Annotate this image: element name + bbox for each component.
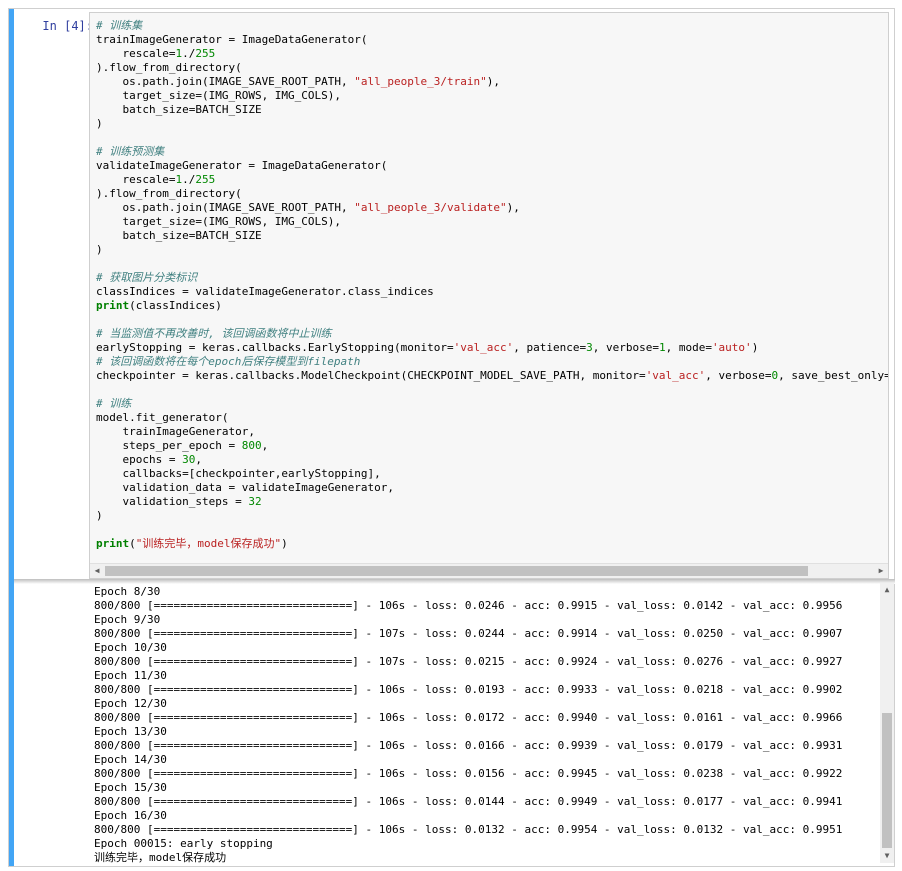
- output-line: Epoch 14/30: [94, 753, 167, 766]
- code-line: # 当监测值不再改善时, 该回调函数将中止训练: [96, 327, 332, 340]
- output-line: 800/800 [==============================]…: [94, 711, 843, 724]
- output-line: Epoch 10/30: [94, 641, 167, 654]
- code-line: os.path.join(IMAGE_SAVE_ROOT_PATH, "all_…: [96, 75, 500, 88]
- output-line: 800/800 [==============================]…: [94, 599, 843, 612]
- code-line: batch_size=BATCH_SIZE: [96, 103, 262, 116]
- output-vertical-scrollbar[interactable]: ▲ ▼: [880, 583, 894, 863]
- code-line: earlyStopping = keras.callbacks.EarlySto…: [96, 341, 759, 354]
- output-line: 800/800 [==============================]…: [94, 683, 843, 696]
- output-line: 800/800 [==============================]…: [94, 823, 843, 836]
- code-line: print("训练完毕，model保存成功"): [96, 537, 288, 550]
- code-line: model.fit_generator(: [96, 411, 229, 424]
- output-line: Epoch 12/30: [94, 697, 167, 710]
- code-line: ): [96, 117, 103, 130]
- code-line: # 训练预测集: [96, 145, 165, 158]
- code-line: os.path.join(IMAGE_SAVE_ROOT_PATH, "all_…: [96, 201, 520, 214]
- code-line: ).flow_from_directory(: [96, 61, 242, 74]
- output-line: 800/800 [==============================]…: [94, 627, 843, 640]
- code-line: validation_data = validateImageGenerator…: [96, 481, 395, 494]
- output-text: Epoch 8/30 800/800 [====================…: [94, 585, 842, 865]
- code-line: # 该回调函数将在每个epoch后保存模型到filepath: [96, 355, 361, 368]
- code-line: classIndices = validateImageGenerator.cl…: [96, 285, 434, 298]
- code-line: trainImageGenerator = ImageDataGenerator…: [96, 33, 368, 46]
- code-line: print(classIndices): [96, 299, 222, 312]
- output-line: Epoch 11/30: [94, 669, 167, 682]
- code-line: rescale=1./255: [96, 47, 216, 60]
- code-line: ).flow_from_directory(: [96, 187, 242, 200]
- code-input-area[interactable]: # 训练集 trainImageGenerator = ImageDataGen…: [89, 12, 889, 579]
- code-line: # 训练: [96, 397, 132, 410]
- output-line: Epoch 16/30: [94, 809, 167, 822]
- code-line: checkpointer = keras.callbacks.ModelChec…: [96, 369, 889, 382]
- input-prompt: In [4]:: [42, 19, 93, 33]
- output-line: Epoch 00015: early stopping: [94, 837, 273, 850]
- output-line: 训练完毕，model保存成功: [94, 851, 227, 864]
- code-line: rescale=1./255: [96, 173, 216, 186]
- output-line: Epoch 13/30: [94, 725, 167, 738]
- output-line: 800/800 [==============================]…: [94, 767, 843, 780]
- output-line: Epoch 9/30: [94, 613, 161, 626]
- output-line: 800/800 [==============================]…: [94, 795, 843, 808]
- output-line: Epoch 15/30: [94, 781, 167, 794]
- vertical-scroll-thumb[interactable]: [882, 713, 892, 848]
- notebook-cell[interactable]: In [4]: # 训练集 trainImageGenerator = Imag…: [8, 8, 895, 867]
- code-horizontal-scrollbar[interactable]: ◀ ▶: [90, 563, 888, 578]
- code-line: steps_per_epoch = 800,: [96, 439, 269, 452]
- output-line: Epoch 8/30: [94, 585, 161, 598]
- code-line: validateImageGenerator = ImageDataGenera…: [96, 159, 388, 172]
- output-area[interactable]: Epoch 8/30 800/800 [====================…: [14, 581, 895, 865]
- code-line: # 训练集: [96, 19, 143, 32]
- code-line: epochs = 30,: [96, 453, 202, 466]
- code-line: # 获取图片分类标识: [96, 271, 198, 284]
- horizontal-scroll-thumb[interactable]: [105, 566, 808, 576]
- code-line: trainImageGenerator,: [96, 425, 255, 438]
- output-line: 800/800 [==============================]…: [94, 739, 843, 752]
- scroll-left-icon[interactable]: ◀: [90, 564, 104, 578]
- output-line: 800/800 [==============================]…: [94, 655, 843, 668]
- code-line: target_size=(IMG_ROWS, IMG_COLS),: [96, 89, 342, 102]
- scroll-up-icon[interactable]: ▲: [880, 583, 894, 597]
- code-editor[interactable]: # 训练集 trainImageGenerator = ImageDataGen…: [96, 19, 888, 551]
- code-line: target_size=(IMG_ROWS, IMG_COLS),: [96, 215, 342, 228]
- code-line: ): [96, 509, 103, 522]
- code-line: validation_steps = 32: [96, 495, 262, 508]
- scroll-down-icon[interactable]: ▼: [880, 849, 894, 863]
- code-line: batch_size=BATCH_SIZE: [96, 229, 262, 242]
- code-line: callbacks=[checkpointer,earlyStopping],: [96, 467, 381, 480]
- code-line: ): [96, 243, 103, 256]
- scroll-right-icon[interactable]: ▶: [874, 564, 888, 578]
